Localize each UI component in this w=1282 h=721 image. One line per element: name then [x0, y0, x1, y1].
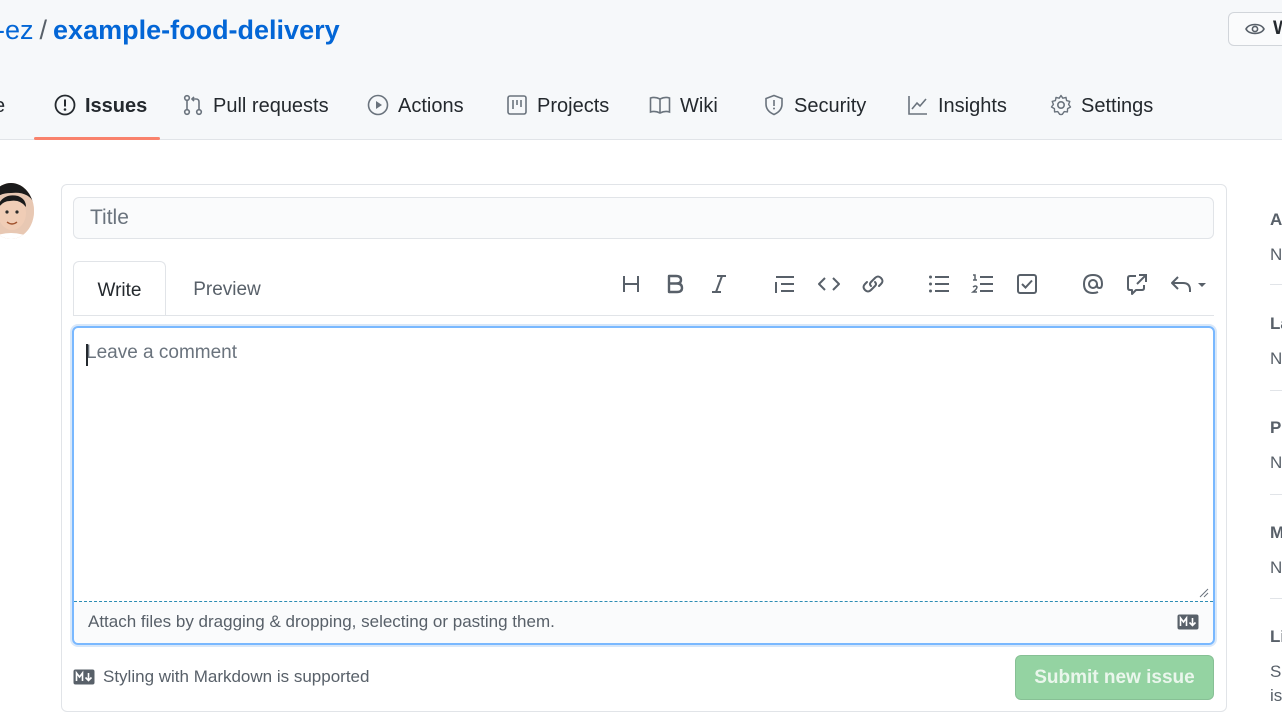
tab-issues[interactable]: Issues [54, 84, 147, 139]
tab-code[interactable]: e [0, 84, 5, 139]
repo-name-link[interactable]: example-food-delivery [53, 15, 340, 45]
issue-title-input[interactable] [73, 197, 1214, 239]
tab-pull-requests[interactable]: Pull requests [182, 84, 329, 139]
sidebar-divider [1270, 598, 1282, 599]
sidebar-labels-value: N [1270, 349, 1282, 368]
breadcrumb-separator: / [39, 15, 48, 45]
sidebar-projects-value: N [1270, 453, 1282, 472]
issue-opened-icon [54, 94, 76, 116]
sidebar-divider [1270, 284, 1282, 285]
unordered-list-icon[interactable] [927, 272, 951, 296]
tab-actions[interactable]: Actions [367, 84, 464, 139]
play-icon [367, 94, 389, 116]
tab-label: Projects [537, 95, 610, 117]
tab-insights[interactable]: Insights [907, 84, 1007, 139]
tab-label: Security [794, 95, 867, 117]
sidebar-projects-heading[interactable]: Pr [1270, 418, 1282, 438]
gear-icon [1050, 94, 1072, 116]
attach-files-text: Attach files by dragging & dropping, sel… [88, 612, 555, 631]
tab-label: e [0, 95, 5, 118]
link-icon[interactable] [861, 272, 885, 296]
heading-icon[interactable] [619, 272, 643, 296]
tab-wiki[interactable]: Wiki [649, 84, 718, 139]
quote-icon[interactable] [773, 272, 797, 296]
tab-preview[interactable]: Preview [182, 261, 272, 316]
tab-label: Settings [1081, 95, 1154, 117]
tab-label: Issues [85, 95, 148, 117]
graph-icon [908, 96, 927, 115]
cross-reference-icon[interactable] [1125, 272, 1149, 296]
tab-write[interactable]: Write [73, 261, 166, 316]
watch-button[interactable]: W [1228, 12, 1282, 46]
book-icon [649, 96, 671, 114]
sidebar-milestone-heading[interactable]: M [1270, 523, 1282, 543]
sidebar-divider [1270, 494, 1282, 495]
repo-breadcrumb: -ez/example-food-delivery [0, 13, 340, 47]
sidebar-divider [1270, 390, 1282, 391]
editor-tabs-divider [73, 315, 1214, 316]
eye-icon [1245, 23, 1265, 35]
sidebar-milestone-value: N [1270, 558, 1282, 577]
file-attach-dropzone[interactable]: Attach files by dragging & dropping, sel… [74, 601, 1213, 643]
comment-textarea[interactable] [74, 328, 1213, 601]
markdown-supported-note[interactable]: Styling with Markdown is supported [73, 667, 369, 687]
watch-label: W [1273, 18, 1282, 39]
tab-settings[interactable]: Settings [1050, 84, 1153, 139]
markdown-note-text: Styling with Markdown is supported [103, 667, 370, 686]
tab-label: Actions [398, 95, 464, 117]
project-icon [507, 95, 527, 115]
submit-new-issue-button[interactable]: Submit new issue [1015, 655, 1214, 700]
markdown-icon [1177, 614, 1199, 630]
code-icon[interactable] [817, 272, 841, 296]
sidebar-labels-heading[interactable]: La [1270, 314, 1282, 334]
task-list-icon[interactable] [1015, 272, 1039, 296]
git-pull-request-icon [183, 94, 203, 116]
ordered-list-icon[interactable] [970, 272, 995, 296]
avatar[interactable] [0, 183, 34, 239]
tab-label: Insights [938, 95, 1007, 117]
bold-icon[interactable] [663, 272, 687, 296]
tab-label: Wiki [680, 95, 718, 117]
resize-handle-icon[interactable] [1197, 586, 1209, 598]
active-tab-indicator [34, 137, 160, 140]
comment-editor: Attach files by dragging & dropping, sel… [72, 326, 1215, 645]
sidebar-assignees-heading[interactable]: A [1270, 210, 1282, 230]
tab-security[interactable]: Security [763, 84, 866, 139]
mention-icon[interactable] [1081, 272, 1105, 296]
avatar-image [0, 183, 34, 239]
text-caret [86, 344, 88, 366]
repo-owner-link[interactable]: -ez [0, 15, 34, 45]
markdown-icon [73, 669, 95, 685]
sidebar-linked-value: Su [1270, 662, 1282, 681]
sidebar-linked-heading[interactable]: Li [1270, 627, 1282, 647]
repo-header: -ez/example-food-delivery W e Issues Pul… [0, 0, 1282, 140]
reply-icon[interactable] [1169, 272, 1211, 296]
tab-projects[interactable]: Projects [506, 84, 609, 139]
sidebar-linked-value-2: is [1270, 686, 1282, 705]
italic-icon[interactable] [707, 272, 731, 296]
tab-label: Pull requests [213, 95, 329, 117]
sidebar-assignees-value: N [1270, 245, 1282, 264]
shield-icon [765, 94, 783, 116]
